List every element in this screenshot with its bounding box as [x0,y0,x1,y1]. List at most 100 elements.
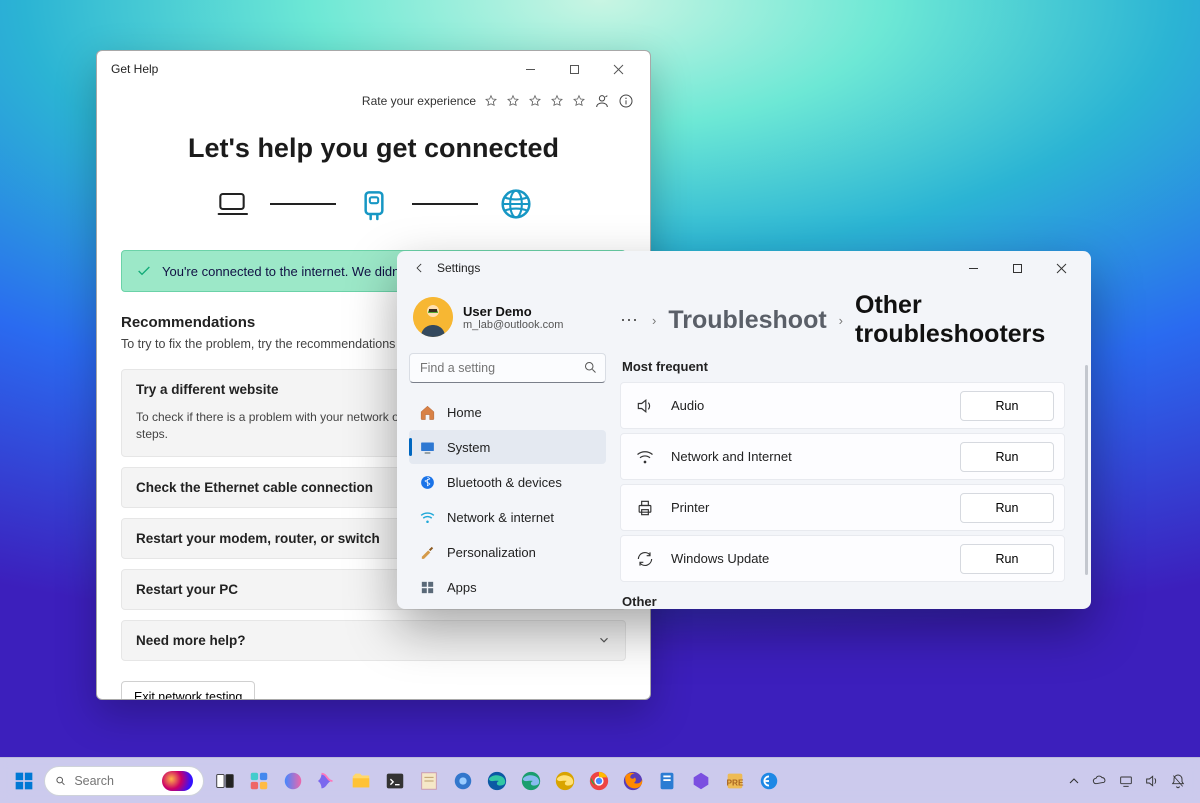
user-email: m_lab@outlook.com [463,319,563,331]
rec-card-title: Try a different website [136,382,279,397]
printer-icon [635,498,655,518]
gethelp-toolbar: Rate your experience [97,87,650,115]
firefox-icon[interactable] [618,766,648,796]
section-most-frequent: Most frequent [622,359,1071,374]
app-icon[interactable] [652,766,682,796]
nav-home[interactable]: Home [409,395,606,429]
edge-icon[interactable] [482,766,512,796]
connection-diagram [121,186,626,222]
network-tray-icon[interactable] [1118,773,1134,789]
audio-icon [635,396,655,416]
app-icon[interactable] [448,766,478,796]
run-button[interactable]: Run [960,391,1054,421]
widgets-icon[interactable] [244,766,274,796]
router-icon [354,186,394,222]
copilot-icon[interactable] [312,766,342,796]
chevron-right-icon: › [652,313,656,328]
app-icon[interactable] [414,766,444,796]
nav-apps[interactable]: Apps [409,570,606,604]
apps-icon [419,579,436,596]
info-icon[interactable] [618,93,634,109]
edge-canary-icon[interactable] [550,766,580,796]
back-button[interactable] [405,254,435,282]
minimize-button[interactable] [951,254,995,282]
maximize-button[interactable] [552,54,596,84]
search-icon [583,360,598,375]
connector-line [270,203,336,205]
volume-tray-icon[interactable] [1144,773,1160,789]
star-icon[interactable] [572,94,586,108]
chrome-icon[interactable] [584,766,614,796]
app-icon[interactable] [686,766,716,796]
maximize-button[interactable] [995,254,1039,282]
terminal-icon[interactable] [380,766,410,796]
troubleshooter-row: Windows Update Run [620,535,1065,582]
star-icon[interactable] [484,94,498,108]
star-icon[interactable] [506,94,520,108]
run-button[interactable]: Run [960,442,1054,472]
avatar [413,297,453,337]
user-block[interactable]: User Demo m_lab@outlook.com [409,293,606,347]
system-icon [419,439,436,456]
agent-icon[interactable] [594,93,610,109]
bluetooth-icon [419,474,436,491]
troubleshooter-row: Network and Internet Run [620,433,1065,480]
explorer-icon[interactable] [346,766,376,796]
troubleshooter-label: Windows Update [671,551,960,566]
nav-personalization[interactable]: Personalization [409,535,606,569]
page-title: Other troubleshooters [855,291,1071,349]
taskbar-search[interactable] [44,766,204,796]
start-button[interactable] [8,765,40,797]
troubleshooter-label: Printer [671,500,960,515]
edge-dev-icon[interactable] [516,766,546,796]
rec-card-title: Restart your PC [136,582,238,597]
nav-label: Home [447,405,482,420]
onedrive-icon[interactable] [1092,773,1108,789]
settings-title: Settings [437,261,480,275]
nav-label: Apps [447,580,477,595]
nav-label: Bluetooth & devices [447,475,562,490]
taskbar-search-input[interactable] [74,774,154,788]
app-icon[interactable]: PRE [720,766,750,796]
taskview-icon[interactable] [210,766,240,796]
star-icon[interactable] [528,94,542,108]
run-button[interactable]: Run [960,493,1054,523]
app-icon[interactable] [754,766,784,796]
section-other: Other [622,594,1071,609]
close-button[interactable] [596,54,640,84]
troubleshooter-label: Network and Internet [671,449,960,464]
system-tray [1066,773,1192,789]
star-icon[interactable] [550,94,564,108]
search-input[interactable] [409,353,606,383]
breadcrumb-ellipsis[interactable]: ⋯ [620,310,640,331]
nav-system[interactable]: System [409,430,606,464]
nav-network[interactable]: Network & internet [409,500,606,534]
wifi-icon [419,509,436,526]
gethelp-titlebar: Get Help [97,51,650,87]
settings-sidebar: User Demo m_lab@outlook.com Home System [397,285,614,609]
troubleshooter-row: Audio Run [620,382,1065,429]
chat-icon[interactable] [278,766,308,796]
taskbar: PRE [0,757,1200,803]
notifications-icon[interactable] [1170,773,1186,789]
troubleshooter-list: Audio Run Network and Internet Run Print… [620,382,1071,582]
exit-network-testing-button[interactable]: Exit network testing [121,681,255,699]
settings-search[interactable] [409,353,606,383]
chevron-down-icon [597,633,611,647]
svg-text:PRE: PRE [727,778,744,787]
laptop-icon [212,186,252,222]
close-button[interactable] [1039,254,1083,282]
user-name: User Demo [463,304,563,319]
taskbar-apps: PRE [210,766,784,796]
brush-icon [419,544,436,561]
minimize-button[interactable] [508,54,552,84]
nav-bluetooth[interactable]: Bluetooth & devices [409,465,606,499]
run-button[interactable]: Run [960,544,1054,574]
check-icon [136,263,152,279]
rec-card[interactable]: Need more help? [121,620,626,661]
nav-accounts[interactable]: Accounts [409,605,606,609]
gethelp-title: Get Help [107,62,158,76]
chevron-up-icon[interactable] [1066,773,1082,789]
breadcrumb-link[interactable]: Troubleshoot [668,306,826,335]
scrollbar-thumb[interactable] [1085,365,1088,575]
